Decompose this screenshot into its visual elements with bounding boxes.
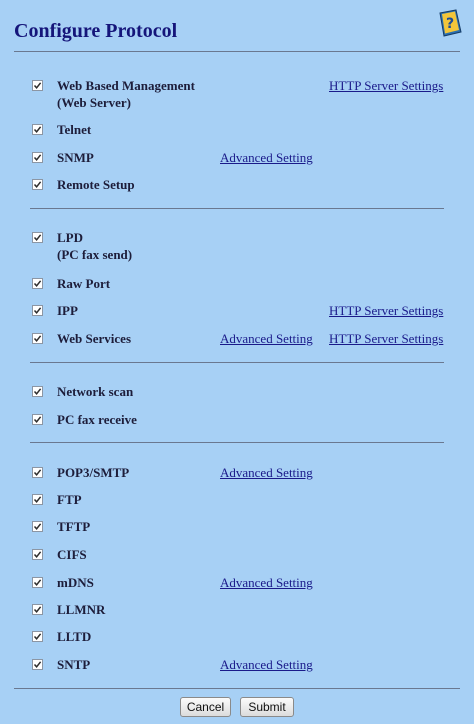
check-icon (33, 280, 42, 287)
label-network-scan: Network scan (57, 384, 134, 399)
check-icon (33, 579, 42, 586)
label-pop3-smtp: POP3/SMTP (57, 465, 130, 480)
checkbox-snmp[interactable] (32, 152, 43, 163)
advanced-setting-link-web-services[interactable]: Advanced Setting (220, 331, 313, 347)
check-icon (33, 234, 42, 241)
label-ftp: FTP (57, 492, 82, 507)
checkbox-remote-setup[interactable] (32, 179, 43, 190)
checkbox-llmnr[interactable] (32, 604, 43, 615)
protocol-row-network-scan: Network scan (0, 383, 474, 403)
checkbox-ftp[interactable] (32, 494, 43, 505)
protocol-row-telnet: Telnet (0, 121, 474, 141)
section-divider-2 (30, 362, 444, 363)
checkbox-raw-port[interactable] (32, 278, 43, 289)
checkbox-telnet[interactable] (32, 124, 43, 135)
checkbox-web-services[interactable] (32, 333, 43, 344)
advanced-setting-link-snmp[interactable]: Advanced Setting (220, 150, 313, 166)
label-pc-fax-receive: PC fax receive (57, 412, 137, 427)
label-sntp: SNTP (57, 657, 91, 672)
http-server-settings-link-web-services[interactable]: HTTP Server Settings (329, 331, 443, 347)
title-divider (14, 51, 460, 52)
protocol-row-raw-port: Raw Port (0, 275, 474, 295)
protocol-row-ftp: FTP (0, 491, 474, 511)
http-server-settings-link-web-based-management[interactable]: HTTP Server Settings (329, 78, 443, 94)
label-mdns: mDNS (57, 575, 94, 590)
checkbox-cifs[interactable] (32, 549, 43, 560)
protocol-row-ipp: IPP HTTP Server Settings (0, 302, 474, 322)
sublabel-lpd: (PC fax send) (57, 247, 133, 262)
check-icon (33, 661, 42, 668)
check-icon (33, 523, 42, 530)
protocol-row-web-based-management: Web Based Management (Web Server) HTTP Ser… (0, 77, 474, 110)
check-icon (33, 154, 42, 161)
check-icon (33, 82, 42, 89)
protocol-row-mdns: mDNS Advanced Setting (0, 574, 474, 594)
label-ipp: IPP (57, 303, 78, 318)
checkbox-ipp[interactable] (32, 305, 43, 316)
checkbox-pop3-smtp[interactable] (32, 467, 43, 478)
label-tftp: TFTP (57, 519, 91, 534)
sublabel-web-based-management: (Web Server) (57, 95, 132, 110)
check-icon (33, 335, 42, 342)
check-icon (33, 469, 42, 476)
protocol-row-web-services: Web Services Advanced Setting HTTP Server … (0, 330, 474, 350)
protocol-row-llmnr: LLMNR (0, 601, 474, 621)
check-icon (33, 181, 42, 188)
label-lpd: LPD (57, 230, 83, 245)
label-web-based-management: Web Based Management (57, 78, 195, 93)
check-icon (33, 126, 42, 133)
bottom-divider (14, 688, 460, 689)
advanced-setting-link-sntp[interactable]: Advanced Setting (220, 657, 313, 673)
checkbox-network-scan[interactable] (32, 386, 43, 397)
section-divider-1 (30, 208, 444, 209)
checkbox-web-based-management[interactable] (32, 80, 43, 91)
label-snmp: SNMP (57, 150, 94, 165)
label-llmnr: LLMNR (57, 602, 106, 617)
label-lltd: LLTD (57, 629, 92, 644)
checkbox-pc-fax-receive[interactable] (32, 414, 43, 425)
checkbox-lpd[interactable] (32, 232, 43, 243)
label-raw-port: Raw Port (57, 276, 111, 291)
cancel-button[interactable]: Cancel (180, 697, 231, 717)
protocol-row-pc-fax-receive: PC fax receive (0, 411, 474, 431)
checkbox-lltd[interactable] (32, 631, 43, 642)
protocol-row-tftp: TFTP (0, 518, 474, 538)
protocol-row-pop3-smtp: POP3/SMTP Advanced Setting (0, 464, 474, 484)
svg-text:?: ? (446, 16, 454, 32)
label-cifs: CIFS (57, 547, 87, 562)
submit-button[interactable]: Submit (240, 697, 294, 717)
check-icon (33, 496, 42, 503)
advanced-setting-link-pop3-smtp[interactable]: Advanced Setting (220, 465, 313, 481)
help-book-icon[interactable]: ? (434, 8, 464, 38)
section-divider-3 (30, 442, 444, 443)
advanced-setting-link-mdns[interactable]: Advanced Setting (220, 575, 313, 591)
check-icon (33, 416, 42, 423)
http-server-settings-link-ipp[interactable]: HTTP Server Settings (329, 303, 443, 319)
label-web-services: Web Services (57, 331, 132, 346)
protocol-row-snmp: SNMP Advanced Setting (0, 149, 474, 169)
protocol-row-cifs: CIFS (0, 546, 474, 566)
header: Configure Protocol ? (0, 0, 474, 52)
check-icon (33, 633, 42, 640)
check-icon (33, 388, 42, 395)
check-icon (33, 606, 42, 613)
checkbox-tftp[interactable] (32, 521, 43, 532)
label-remote-setup: Remote Setup (57, 177, 135, 192)
check-icon (33, 551, 42, 558)
protocol-row-lpd: LPD (PC fax send) (0, 229, 474, 262)
checkbox-mdns[interactable] (32, 577, 43, 588)
protocol-row-sntp: SNTP Advanced Setting (0, 656, 474, 676)
protocol-row-remote-setup: Remote Setup (0, 176, 474, 196)
page-title: Configure Protocol (14, 20, 178, 42)
label-telnet: Telnet (57, 122, 92, 137)
checkbox-sntp[interactable] (32, 659, 43, 670)
check-icon (33, 307, 42, 314)
protocol-row-lltd: LLTD (0, 628, 474, 648)
